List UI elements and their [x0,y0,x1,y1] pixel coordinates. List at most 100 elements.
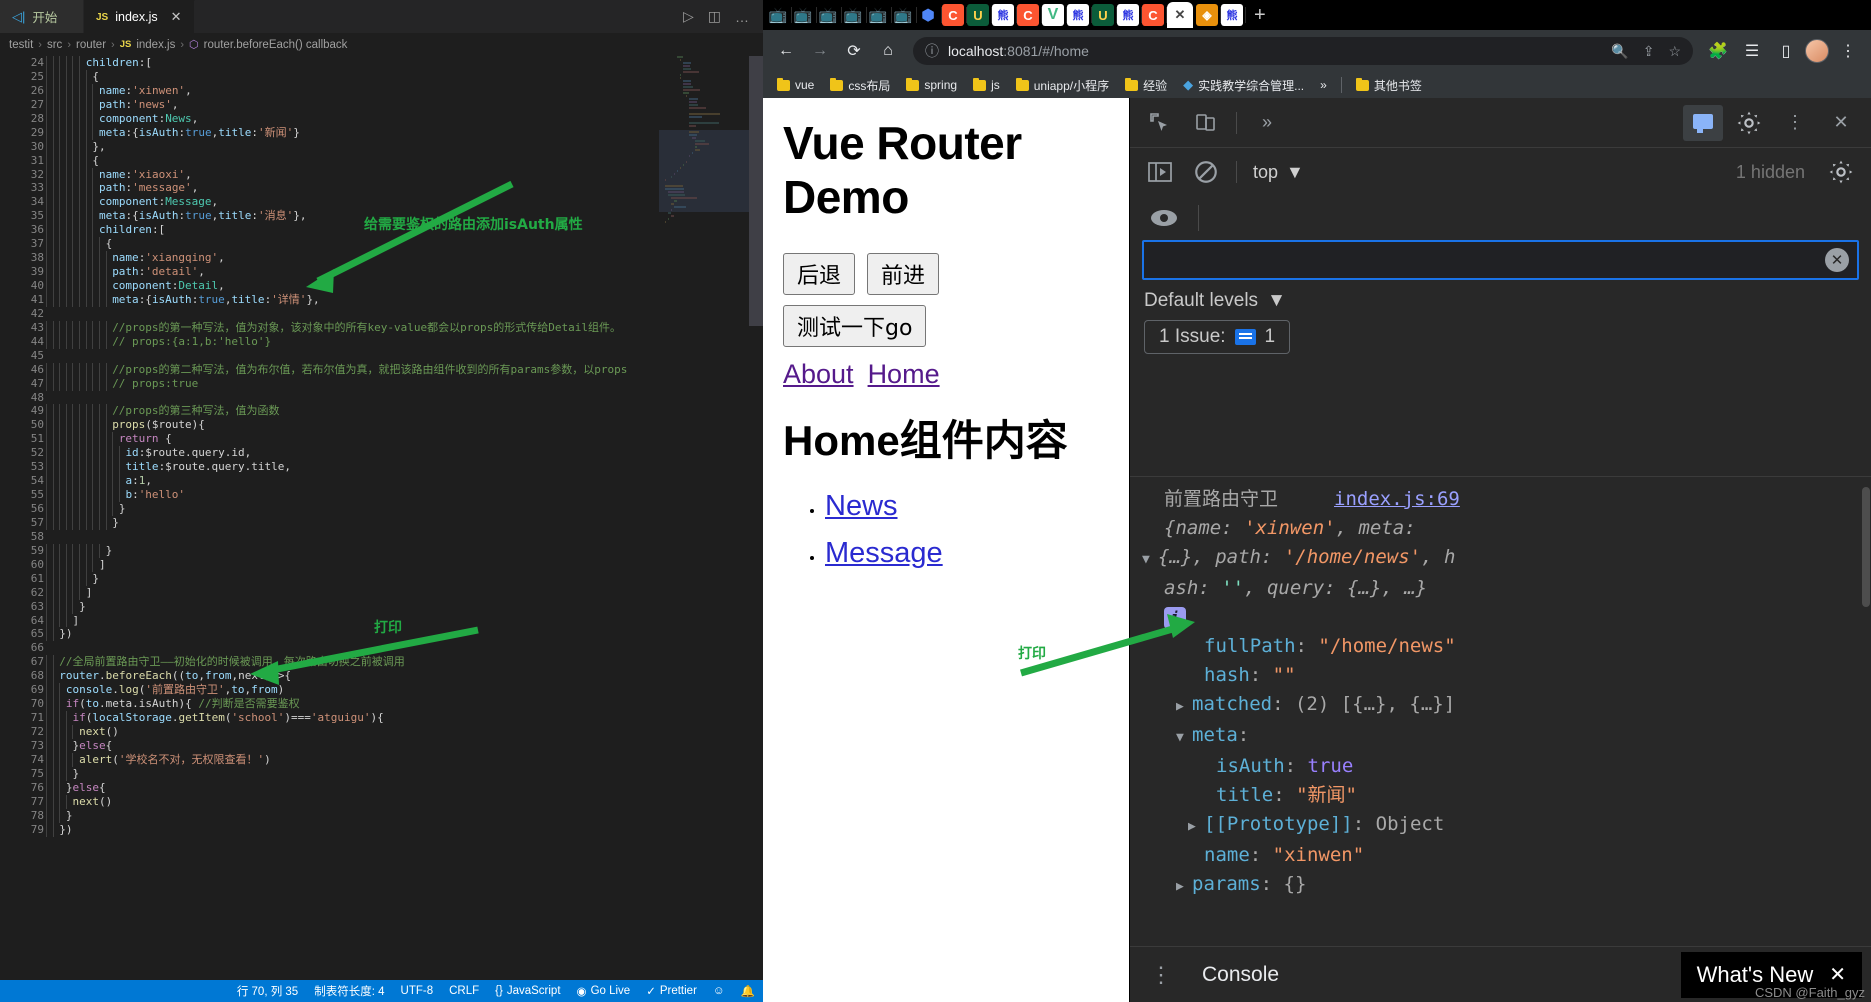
code-line[interactable]: 34 component:Message, [0,195,658,210]
tab-start[interactable]: ◁| 开始 [0,0,84,33]
code-line[interactable]: 77 next() [0,794,658,809]
reload-icon[interactable]: ⟳ [839,36,869,66]
code-line[interactable]: 44 // props:{a:1,b:'hello'} [0,334,658,349]
baidu-icon[interactable]: 熊 [1067,4,1092,26]
bilibili-icon[interactable]: 📺 [767,4,792,26]
code-line[interactable]: 58 [0,530,658,544]
bookmarks-bar[interactable]: vue css布局 spring js uniapp/小程序 经验 ◆ 实践教学综合管理...… [763,72,1871,98]
bilibili-icon[interactable]: 📺 [892,4,917,26]
tab-console[interactable]: Console [1194,963,1287,987]
baidu-icon[interactable]: 熊 [1117,4,1142,26]
settings-gear-icon[interactable] [1821,154,1861,190]
inspect-element-icon[interactable] [1140,105,1180,141]
console-panel-icon[interactable] [1683,104,1723,141]
code-line[interactable]: 37 { [0,237,658,252]
profile-avatar[interactable] [1805,39,1829,63]
code-line[interactable]: 76}else{ [0,780,658,795]
code-line[interactable]: 53 title:$route.query.title, [0,460,658,475]
issues-button[interactable]: 1 Issue: 1 [1144,320,1291,354]
code-line[interactable]: 61} [0,571,658,586]
status-cursor-position[interactable]: 行 70, 列 35 [229,983,306,999]
close-icon[interactable]: ✕ [1829,962,1846,987]
address-bar[interactable]: ⓘ localhost:8081/#/home 🔍 ⇪ ☆ [913,37,1693,65]
u-icon[interactable]: U [1092,4,1117,26]
code-line[interactable]: 60] [0,557,658,572]
code-line[interactable]: 51 return { [0,432,658,447]
bilibili-icon[interactable]: 📺 [867,4,892,26]
code-line[interactable]: 74 alert('学校名不对，无权限查看！') [0,752,658,767]
status-prettier[interactable]: ✓ Prettier [638,983,705,999]
baidu-icon[interactable]: 熊 [1221,4,1246,26]
code-line[interactable]: 24 children:[ [0,56,658,70]
console-scrollbar[interactable] [1862,477,1871,942]
menu-kebab-icon[interactable]: ⋮ [1833,36,1863,66]
csdn-icon[interactable]: C [1142,4,1167,26]
breadcrumb-item-3[interactable]: index.js [136,39,175,51]
close-icon[interactable]: ✕ [171,9,182,25]
juejin-icon[interactable]: U [967,4,992,26]
code-line[interactable]: 52 id:$route.query.id, [0,446,658,461]
forward-button[interactable]: 前进 [867,252,940,295]
code-line[interactable]: 66 [0,641,658,655]
link-news[interactable]: News [825,490,898,522]
code-line[interactable]: 63} [0,599,658,614]
baidu-icon[interactable]: 熊 [992,4,1017,26]
code-line[interactable]: 26 name:'xinwen', [0,83,658,98]
bookmark-1[interactable]: vue [771,76,820,94]
more-actions-icon[interactable]: … [735,9,749,25]
code-line[interactable]: 55 b:'hello' [0,488,658,502]
console-filter-input[interactable]: ✕ [1142,240,1859,280]
code-line[interactable]: 79}) [0,822,658,837]
execution-context-dropdown[interactable]: top ▼ [1247,162,1310,183]
bilibili-icon[interactable]: 📺 [817,4,842,26]
code-line[interactable]: 31 { [0,153,658,168]
status-encoding[interactable]: UTF-8 [393,983,442,999]
active-browser-tab[interactable]: ✕ [1167,2,1193,28]
bilibili-icon[interactable]: 📺 [792,4,817,26]
code-line[interactable]: 54 a:1, [0,474,658,489]
code-line[interactable]: 65}) [0,627,658,642]
link-home[interactable]: Home [868,359,940,390]
link-message[interactable]: Message [825,537,943,569]
code-line[interactable]: 64] [0,613,658,628]
zoom-icon[interactable]: 🔍 [1611,43,1628,60]
bookmarks-overflow-button[interactable]: » [1314,76,1333,94]
more-tabs-icon[interactable]: » [1247,105,1287,141]
code-line[interactable]: 78} [0,808,658,823]
bookmark-2[interactable]: css布局 [824,75,896,96]
code-line[interactable]: 32 name:'xiaoxi', [0,167,658,182]
minimap[interactable] [659,56,749,980]
breadcrumb-item-2[interactable]: router [76,39,106,51]
code-line[interactable]: 27 path:'news', [0,97,658,112]
scrollbar-thumb[interactable] [1862,487,1870,607]
code-line[interactable]: 67 //全局前置路由守卫——初始化的时候被调用、每次路由切换之前被调用 [0,655,658,670]
code-line[interactable]: 72 next() [0,725,658,739]
info-circle-icon[interactable]: ⓘ [925,41,939,61]
bookmark-other[interactable]: 其他书签 [1350,75,1428,96]
code-line[interactable]: 49 //props的第三种写法，值为函数 [0,404,658,419]
bilibili-icon[interactable]: 📺 [842,4,867,26]
csdn-icon[interactable]: C [1017,4,1042,26]
code-lines-container[interactable]: 24 children:[25 {26 name:'xinwen', 27 path:'n… [0,56,658,980]
code-line[interactable]: 40 component:Detail, [0,279,658,293]
code-line[interactable]: 57} [0,515,658,530]
bookmark-4[interactable]: js [967,76,1006,94]
editor-scrollbar[interactable] [749,56,763,980]
console-messages[interactable]: 前置路由守卫 index.js:69 {name: 'xinwen', meta: ▼… [1130,477,1871,901]
code-line[interactable]: 68 router.beforeEach((to,from,next)=>{ [0,669,658,684]
code-line[interactable]: 43 //props的第一种写法，值为对象，该对象中的所有key-value都会以… [0,320,658,335]
eye-icon[interactable] [1144,200,1184,236]
status-tab-size[interactable]: 制表符长度: 4 [306,983,392,999]
code-line[interactable]: 62] [0,585,658,600]
browser-tab-strip[interactable]: 📺 📺 📺 📺 📺 📺 ⬢ C U 熊 C V 熊 U 熊 C ✕ ◈ 熊 + [763,0,1871,30]
status-language[interactable]: {} JavaScript [487,983,568,999]
bookmark-7[interactable]: ◆ 实践教学综合管理... [1177,75,1310,96]
hidden-messages-count[interactable]: 1 hidden [1736,162,1815,183]
test-go-button[interactable]: 测试一下go [783,304,927,347]
run-icon[interactable]: ▷ [683,8,694,25]
csdn-icon[interactable]: C [942,4,967,26]
status-feedback-icon[interactable]: ☺ [705,983,733,999]
hexagon-icon[interactable]: ⬢ [917,4,942,26]
status-eol[interactable]: CRLF [441,983,487,999]
more-options-kebab-icon[interactable]: ⋮ [1140,962,1182,988]
